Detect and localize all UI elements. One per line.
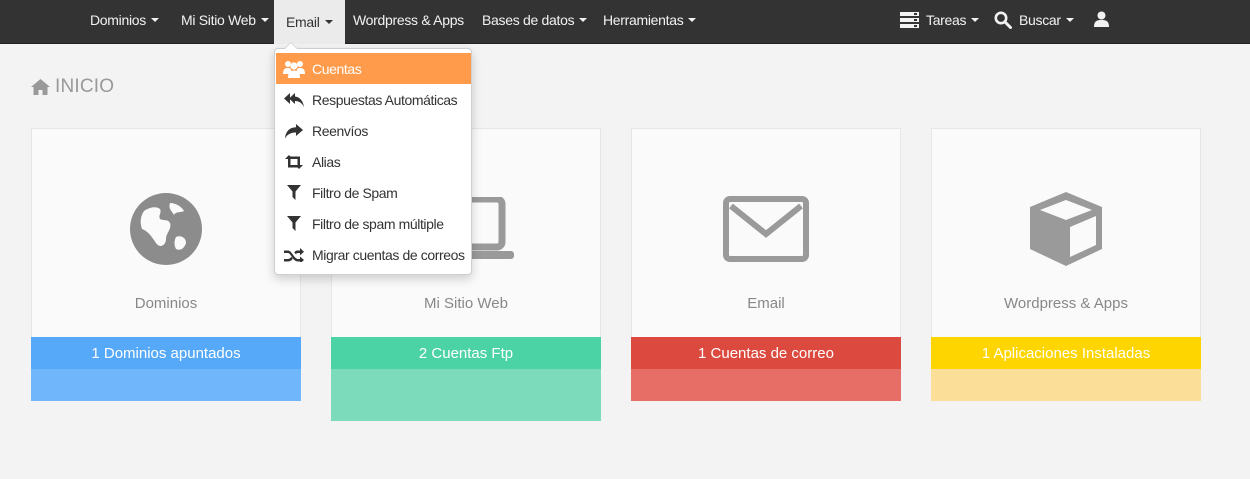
nav-wordpress-apps-label: Wordpress & Apps [353, 12, 464, 28]
card-wordpress-apps-footer[interactable]: 1 Aplicaciones Instaladas [931, 337, 1201, 401]
filter-icon [283, 216, 305, 231]
card-email-label: Email [747, 295, 785, 312]
nav-user[interactable] [1094, 0, 1109, 40]
globe-icon [32, 187, 300, 271]
caret-down-icon [1065, 18, 1074, 22]
page-title: INICIO [31, 76, 114, 98]
nav-dominios-label: Dominios [90, 12, 146, 28]
nav-bases-de-datos-label: Bases de datos [482, 12, 575, 28]
card-mi-sitio-web-status: 2 Cuentas Ftp [331, 337, 601, 369]
users-icon [283, 60, 305, 78]
random-icon [283, 247, 305, 262]
card-wordpress-apps[interactable]: Wordpress & Apps [931, 128, 1201, 338]
nav-tareas[interactable]: Tareas [900, 0, 980, 40]
nav-tareas-label: Tareas [926, 12, 967, 28]
card-mi-sitio-web-label: Mi Sitio Web [424, 295, 508, 312]
email-dropdown-menu: Cuentas Respuestas Automáticas Reenvíos … [274, 42, 472, 275]
caret-down-icon [579, 18, 588, 22]
card-dominios-footer-bottom [31, 369, 301, 401]
cube-icon [932, 187, 1200, 271]
nav-mi-sitio-web-label: Mi Sitio Web [181, 12, 256, 28]
caret-down-icon [150, 18, 159, 22]
home-icon [31, 79, 50, 95]
nav-bases-de-datos[interactable]: Bases de datos [482, 0, 588, 40]
card-dominios-footer[interactable]: 1 Dominios apuntados [31, 337, 301, 401]
caret-down-icon [971, 18, 980, 22]
card-email-footer[interactable]: 1 Cuentas de correo [631, 337, 901, 401]
menu-item-cuentas-label: Cuentas [312, 60, 362, 77]
card-email-footer-bottom [631, 369, 901, 401]
forward-icon [283, 123, 305, 139]
card-dominios[interactable]: Dominios [31, 128, 301, 338]
card-email[interactable]: Email [631, 128, 901, 338]
menu-item-filtro-de-spam-label: Filtro de Spam [312, 184, 398, 201]
card-dominios-label: Dominios [134, 295, 198, 312]
menu-item-cuentas[interactable]: Cuentas [276, 53, 471, 84]
reply-all-icon [283, 92, 305, 108]
card-dominios-status: 1 Dominios apuntados [31, 337, 301, 369]
search-icon [994, 11, 1012, 29]
menu-item-reenvios-label: Reenvíos [312, 122, 368, 139]
nav-herramientas[interactable]: Herramientas [603, 0, 697, 40]
card-mi-sitio-web-footer-bottom [331, 369, 601, 421]
nav-email[interactable]: Email [274, 0, 345, 44]
menu-item-migrar-cuentas-label: Migrar cuentas de correos [312, 246, 465, 263]
menu-item-filtro-de-spam-multiple-label: Filtro de spam múltiple [312, 215, 444, 232]
menu-item-alias[interactable]: Alias [276, 146, 471, 177]
nav-buscar-label: Buscar [1019, 12, 1061, 28]
card-email-status: 1 Cuentas de correo [631, 337, 901, 369]
nav-herramientas-label: Herramientas [603, 12, 684, 28]
caret-down-icon [324, 20, 333, 24]
caret-down-icon [260, 18, 269, 22]
menu-item-alias-label: Alias [312, 153, 341, 170]
menu-item-filtro-de-spam-multiple[interactable]: Filtro de spam múltiple [276, 208, 471, 239]
caret-down-icon [688, 18, 697, 22]
nav-buscar[interactable]: Buscar [994, 0, 1074, 40]
card-wordpress-apps-label: Wordpress & Apps [1004, 295, 1128, 312]
retweet-icon [283, 154, 305, 169]
tasks-icon [900, 12, 919, 28]
menu-item-respuestas-automaticas-label: Respuestas Automáticas [312, 91, 458, 108]
page-title-text: INICIO [55, 76, 115, 97]
nav-wordpress-apps[interactable]: Wordpress & Apps [353, 0, 464, 40]
nav-mi-sitio-web[interactable]: Mi Sitio Web [181, 0, 269, 40]
menu-item-respuestas-automaticas[interactable]: Respuestas Automáticas [276, 84, 471, 115]
nav-dominios[interactable]: Dominios [90, 0, 159, 40]
top-navbar: Dominios Mi Sitio Web Email Wordpress & … [0, 0, 1250, 44]
card-mi-sitio-web-footer[interactable]: 2 Cuentas Ftp [331, 337, 601, 421]
menu-item-migrar-cuentas[interactable]: Migrar cuentas de correos [276, 239, 471, 270]
nav-email-label: Email [286, 14, 320, 30]
filter-icon [283, 185, 305, 200]
menu-item-reenvios[interactable]: Reenvíos [276, 115, 471, 146]
user-icon [1094, 11, 1109, 30]
card-wordpress-apps-footer-bottom [931, 369, 1201, 401]
menu-item-filtro-de-spam[interactable]: Filtro de Spam [276, 177, 471, 208]
envelope-icon [632, 187, 900, 271]
card-wordpress-apps-status: 1 Aplicaciones Instaladas [931, 337, 1201, 369]
